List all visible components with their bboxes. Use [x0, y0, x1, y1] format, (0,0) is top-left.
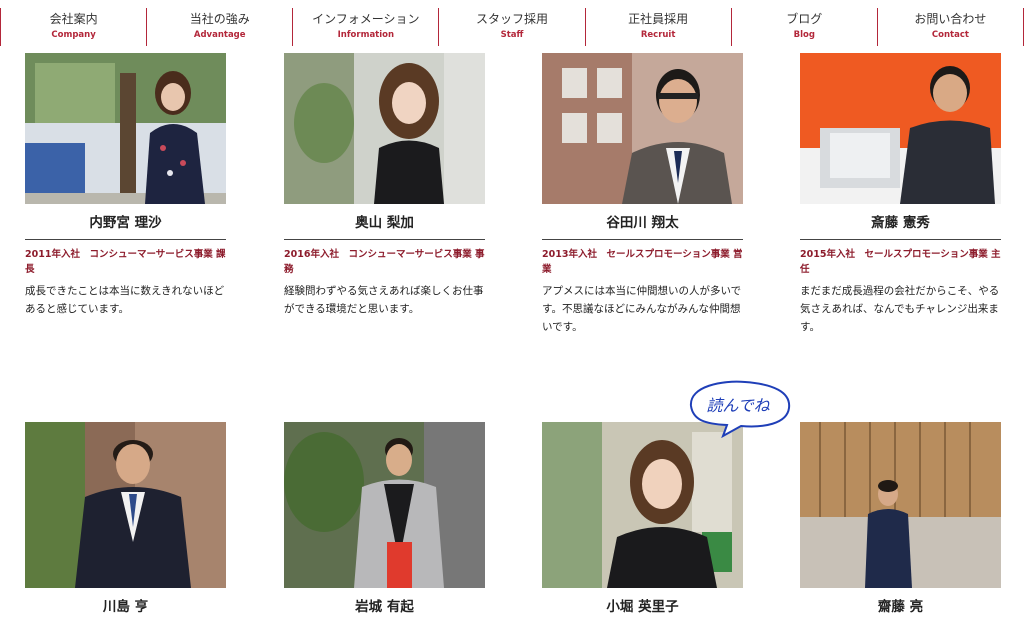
- staff-card[interactable]: 小堀 英里子: [542, 422, 743, 617]
- bubble-text: 読んでね: [706, 396, 770, 415]
- staff-photo: [25, 422, 226, 588]
- staff-role: 2013年入社 セールスプロモーション事業 営業: [542, 249, 743, 275]
- nav-label-jp: 当社の強み: [189, 12, 250, 26]
- staff-name: 岩城 有起: [355, 599, 414, 615]
- nav-blog[interactable]: ブログ Blog: [730, 8, 877, 46]
- divider: [542, 239, 743, 240]
- nav-label-jp: ブログ: [786, 12, 823, 26]
- staff-photo: [284, 422, 485, 588]
- staff-message: アプメスには本当に仲間想いの人が多いです。不思議なほどにみんながみんな仲間想いで…: [542, 285, 742, 333]
- nav-label-en: Contact: [931, 30, 969, 40]
- staff-photo: [542, 422, 743, 588]
- nav-label-jp: お問い合わせ: [914, 12, 987, 26]
- nav-label-jp: 会社案内: [49, 12, 98, 26]
- staff-card[interactable]: 齋藤 亮: [800, 422, 1001, 617]
- speech-bubble: 読んでね: [689, 380, 791, 438]
- staff-name: 川島 亨: [102, 599, 149, 615]
- staff-name: 小堀 英里子: [606, 599, 679, 615]
- staff-name: 齋藤 亮: [877, 599, 924, 615]
- nav-label-en: Recruit: [640, 30, 676, 40]
- staff-role: 2016年入社 コンシューマーサービス事業 事務: [284, 249, 485, 275]
- staff-photo: [284, 53, 485, 204]
- nav-recruit[interactable]: 正社員採用 Recruit: [584, 8, 731, 46]
- nav-label-jp: 正社員採用: [628, 12, 689, 26]
- staff-card[interactable]: 谷田川 翔太 2013年入社 セールスプロモーション事業 営業 アプメスには本当…: [542, 53, 743, 336]
- staff-message: 経験問わずやる気さえあれば楽しくお仕事ができる環境だと思います。: [284, 285, 484, 315]
- staff-name: 奥山 梨加: [355, 215, 414, 231]
- staff-photo: [800, 422, 1001, 588]
- divider: [800, 239, 1001, 240]
- divider: [25, 239, 226, 240]
- staff-role: 2015年入社 セールスプロモーション事業 主任: [800, 249, 1001, 275]
- staff-name: 内野宮 理沙: [89, 215, 162, 231]
- divider: [284, 239, 485, 240]
- staff-photo: [25, 53, 226, 204]
- nav-information[interactable]: インフォメーション Information: [292, 8, 438, 46]
- nav-label-jp: インフォメーション: [312, 12, 420, 26]
- nav-staff[interactable]: スタッフ採用 Staff: [438, 8, 584, 46]
- global-nav: 会社案内 Company 当社の強み Advantage インフォメーション I…: [0, 0, 1024, 48]
- nav-label-en: Staff: [500, 30, 524, 40]
- staff-card[interactable]: 内野宮 理沙 2011年入社 コンシューマーサービス事業 課長 成長できたことは…: [25, 53, 226, 318]
- nav-label-en: Company: [51, 30, 96, 40]
- staff-message: まだまだ成長過程の会社だからこそ、やる気さえあれば、なんでもチャレンジ出来ます。: [800, 285, 1000, 333]
- nav-contact[interactable]: お問い合わせ Contact: [876, 8, 1024, 46]
- staff-role: 2011年入社 コンシューマーサービス事業 課長: [25, 249, 226, 275]
- staff-card[interactable]: 岩城 有起: [284, 422, 485, 617]
- staff-name: 斎藤 憲秀: [871, 215, 930, 231]
- staff-photo: [800, 53, 1001, 204]
- staff-card[interactable]: 斎藤 憲秀 2015年入社 セールスプロモーション事業 主任 まだまだ成長過程の…: [800, 53, 1001, 336]
- staff-photo: [542, 53, 743, 204]
- nav-company[interactable]: 会社案内 Company: [0, 8, 146, 46]
- staff-card[interactable]: 奥山 梨加 2016年入社 コンシューマーサービス事業 事務 経験問わずやる気さ…: [284, 53, 485, 318]
- staff-name: 谷田川 翔太: [606, 215, 679, 231]
- nav-label-en: Blog: [793, 30, 815, 40]
- staff-message: 成長できたことは本当に数えきれないほどあると感じています。: [25, 285, 225, 315]
- nav-label-jp: スタッフ採用: [475, 12, 548, 26]
- staff-card[interactable]: 川島 亨: [25, 422, 226, 617]
- nav-label-en: Information: [337, 30, 395, 40]
- nav-advantage[interactable]: 当社の強み Advantage: [146, 8, 292, 46]
- nav-label-en: Advantage: [193, 30, 246, 40]
